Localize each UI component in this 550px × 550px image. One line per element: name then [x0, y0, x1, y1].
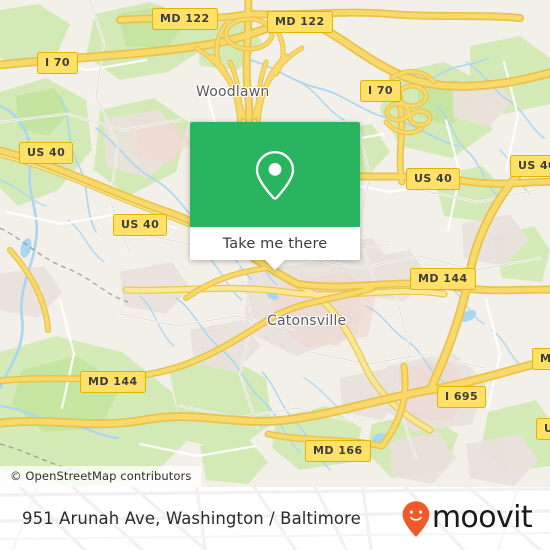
road-shield-md-144-west: MD 144: [80, 371, 146, 393]
road-shield-i-70-west: I 70: [37, 52, 79, 74]
take-me-there-label: Take me there: [222, 235, 328, 252]
road-shield-md-144-east: MD 144: [410, 268, 476, 290]
callout-icon-panel: [190, 122, 360, 227]
road-shield-us-40-center: US 40: [113, 214, 168, 236]
road-shield-us-40-mid: US 40: [406, 168, 461, 190]
moovit-wordmark: moovit: [431, 499, 533, 535]
road-shield-i-695: I 695: [437, 386, 487, 408]
road-shield-md-edge: MD: [532, 348, 550, 370]
road-shield-us-40-west: US 40: [19, 142, 74, 164]
osm-attribution[interactable]: © OpenStreetMap contributors: [0, 466, 202, 487]
location-callout-card[interactable]: Take me there: [190, 122, 360, 270]
footer-bar: 951 Arunah Ave, Washington / Baltimore m…: [0, 487, 550, 550]
road-shield-us-edge: U: [536, 418, 550, 440]
road-shield-md-122-east: MD 122: [267, 11, 333, 33]
moovit-logo[interactable]: moovit: [401, 499, 533, 538]
moovit-map-screenshot: Woodlawn Catonsville MD 122 MD 122 I 70 …: [0, 0, 550, 550]
map-pin-icon: [255, 150, 295, 200]
address-label: 951 Arunah Ave, Washington / Baltimore: [22, 509, 361, 528]
road-shield-md-166: MD 166: [305, 440, 371, 462]
road-shield-md-122-west: MD 122: [152, 8, 218, 30]
map-canvas[interactable]: Woodlawn Catonsville MD 122 MD 122 I 70 …: [0, 0, 550, 487]
road-shield-i-70-east: I 70: [360, 80, 402, 102]
callout-pointer: [264, 259, 286, 270]
moovit-pin-icon: [402, 500, 430, 537]
callout-action-bar[interactable]: Take me there: [190, 227, 360, 270]
road-shield-us-40-east: US 40: [510, 155, 550, 177]
